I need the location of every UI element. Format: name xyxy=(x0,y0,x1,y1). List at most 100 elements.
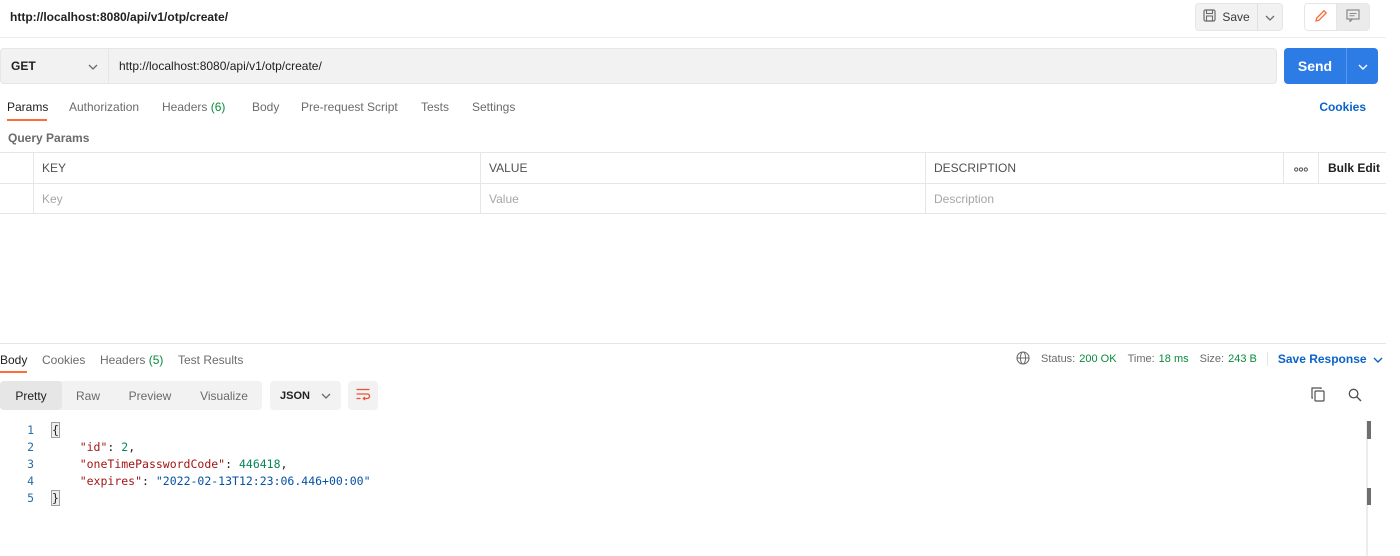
comment-mode-button[interactable] xyxy=(1337,4,1369,30)
comment-icon xyxy=(1346,9,1360,25)
json-number: 2 xyxy=(121,439,129,454)
search-button[interactable] xyxy=(1345,386,1365,406)
format-label: JSON xyxy=(280,389,310,402)
active-tab-indicator xyxy=(0,371,27,373)
tab-response-headers-label: Headers xyxy=(100,353,146,367)
tab-body[interactable]: Body xyxy=(252,100,279,114)
tab-authorization[interactable]: Authorization xyxy=(69,100,139,114)
tab-response-body[interactable]: Body xyxy=(0,353,27,367)
response-body-code[interactable]: 1 { 2 "id": 2, 3 "oneTimePasswordCode": … xyxy=(0,421,1360,556)
view-preview-button[interactable]: Preview xyxy=(114,381,186,410)
line-number: 4 xyxy=(27,473,34,488)
scrollbar-marker xyxy=(1367,421,1371,439)
save-options-button[interactable] xyxy=(1258,4,1282,30)
tab-headers[interactable]: Headers (6) xyxy=(162,100,225,114)
cookies-link[interactable]: Cookies xyxy=(1319,100,1366,114)
url-bar: GET http://localhost:8080/api/v1/otp/cre… xyxy=(0,48,1277,84)
active-tab-indicator xyxy=(7,119,47,121)
tab-params[interactable]: Params xyxy=(7,100,48,114)
json-string: "2022-02-13T12:23:06.446+00:00" xyxy=(155,473,371,488)
wrap-lines-button[interactable] xyxy=(348,381,378,410)
request-title[interactable]: http://localhost:8080/api/v1/otp/create/ xyxy=(10,10,228,24)
value-column-header: VALUE xyxy=(481,153,926,183)
more-options-button[interactable] xyxy=(1284,153,1319,183)
table-row: Key Value Description xyxy=(0,184,1386,215)
line-number: 1 xyxy=(27,422,34,437)
time-label: Time: xyxy=(1127,353,1155,365)
request-title-bar: http://localhost:8080/api/v1/otp/create/… xyxy=(0,0,1386,38)
wrap-lines-icon xyxy=(355,387,371,404)
json-key: "oneTimePasswordCode" xyxy=(79,456,226,471)
line-number: 2 xyxy=(27,439,34,454)
globe-icon[interactable] xyxy=(1016,350,1030,368)
code-line: 2 "id": 2, xyxy=(0,438,1360,455)
tab-test-results[interactable]: Test Results xyxy=(178,353,243,367)
save-button-group: Save xyxy=(1195,3,1283,31)
value-input[interactable]: Value xyxy=(481,184,926,214)
chevron-down-icon xyxy=(321,390,331,402)
status-value[interactable]: 200 OK xyxy=(1079,353,1116,365)
json-key: "expires" xyxy=(79,473,143,488)
copy-icon xyxy=(1311,387,1325,405)
save-button[interactable]: Save xyxy=(1196,4,1258,30)
url-input[interactable]: http://localhost:8080/api/v1/otp/create/ xyxy=(109,49,1276,83)
view-mode-toggle xyxy=(1304,3,1370,31)
table-header-row: KEY VALUE DESCRIPTION Bulk Edit xyxy=(0,153,1386,184)
method-select[interactable]: GET xyxy=(1,49,109,83)
chevron-down-icon xyxy=(1265,10,1275,24)
save-response-button[interactable]: Save Response xyxy=(1278,352,1383,366)
code-text: "id": 2, xyxy=(79,439,136,454)
request-tabs: Params Authorization Headers (6) Body Pr… xyxy=(0,96,1386,122)
response-meta: Status: 200 OK Time: 18 ms Size: 243 B S… xyxy=(1016,350,1383,368)
query-params-table: KEY VALUE DESCRIPTION Bulk Edit Key Valu… xyxy=(0,152,1386,214)
code-text: } xyxy=(51,489,60,506)
checkbox-column-header xyxy=(0,153,34,183)
status-label: Status: xyxy=(1041,353,1076,365)
tab-response-headers-count: (5) xyxy=(148,353,164,367)
tab-tests[interactable]: Tests xyxy=(421,100,449,114)
bulk-edit-button[interactable]: Bulk Edit xyxy=(1319,153,1386,183)
code-text: "expires": "2022-02-13T12:23:06.446+00:0… xyxy=(79,473,371,488)
scrollbar-marker xyxy=(1367,488,1371,505)
key-input[interactable]: Key xyxy=(34,184,481,214)
tab-response-headers[interactable]: Headers (5) xyxy=(100,353,163,367)
more-icon xyxy=(1294,161,1308,175)
response-view-mode: Pretty Raw Preview Visualize xyxy=(0,381,262,410)
json-key: "id" xyxy=(79,439,108,454)
chevron-down-icon xyxy=(88,59,98,73)
code-line: 1 { xyxy=(0,421,1360,438)
code-text: "oneTimePasswordCode": 446418, xyxy=(79,456,288,471)
divider xyxy=(1266,352,1268,366)
pencil-icon xyxy=(1314,9,1328,26)
chevron-down-icon xyxy=(1358,59,1368,73)
edit-mode-button[interactable] xyxy=(1305,4,1338,30)
open-brace: { xyxy=(51,421,60,438)
save-response-label: Save Response xyxy=(1277,352,1367,366)
tab-headers-label: Headers xyxy=(162,100,208,114)
size-value[interactable]: 243 B xyxy=(1228,353,1257,365)
query-params-heading: Query Params xyxy=(8,131,90,145)
view-pretty-button[interactable]: Pretty xyxy=(0,381,62,410)
size-label: Size: xyxy=(1199,353,1225,365)
code-line: 5 } xyxy=(0,489,1360,506)
close-brace: } xyxy=(51,489,60,506)
tab-settings[interactable]: Settings xyxy=(472,100,515,114)
line-number: 5 xyxy=(27,490,34,505)
description-input[interactable]: Description xyxy=(926,184,1386,214)
send-button-group: Send xyxy=(1284,48,1378,84)
send-options-button[interactable] xyxy=(1347,48,1378,84)
tab-response-cookies[interactable]: Cookies xyxy=(42,353,85,367)
save-icon xyxy=(1203,9,1216,25)
row-checkbox-cell xyxy=(0,184,34,214)
view-visualize-button[interactable]: Visualize xyxy=(186,381,262,410)
response-pane-divider[interactable] xyxy=(0,343,1386,344)
tab-prerequest-script[interactable]: Pre-request Script xyxy=(301,100,398,114)
description-column-header: DESCRIPTION xyxy=(926,153,1284,183)
save-label: Save xyxy=(1222,10,1250,24)
copy-button[interactable] xyxy=(1308,386,1328,406)
view-raw-button[interactable]: Raw xyxy=(62,381,114,410)
send-button[interactable]: Send xyxy=(1284,48,1347,84)
time-value[interactable]: 18 ms xyxy=(1159,353,1189,365)
format-select[interactable]: JSON xyxy=(270,381,341,410)
key-column-header: KEY xyxy=(34,153,481,183)
